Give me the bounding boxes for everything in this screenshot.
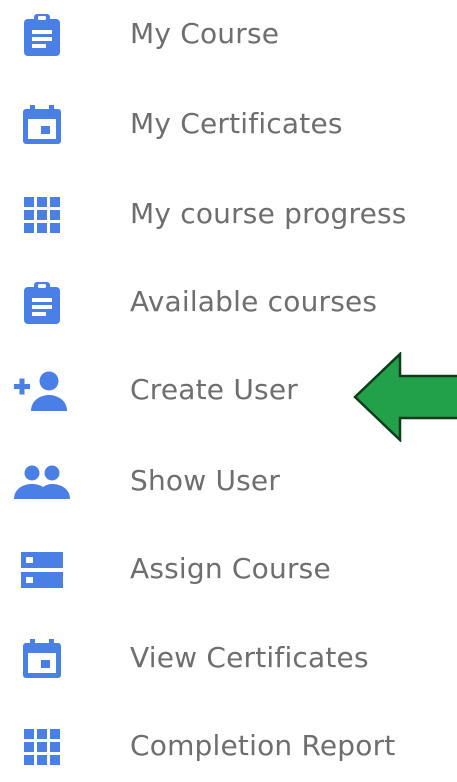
- menu-item-label: Available courses: [130, 285, 378, 319]
- menu-item-assign-course[interactable]: Assign Course: [0, 535, 457, 605]
- clipboard-icon: [14, 275, 70, 331]
- people-icon: [14, 454, 70, 510]
- menu-item-available-courses[interactable]: Available courses: [0, 268, 457, 338]
- calendar-icon: [14, 97, 70, 153]
- menu-item-my-certificates[interactable]: My Certificates: [0, 90, 457, 160]
- menu-item-label: My Course: [130, 17, 280, 51]
- menu-item-label: View Certificates: [130, 641, 369, 675]
- menu-item-show-user[interactable]: Show User: [0, 447, 457, 517]
- clipboard-icon: [14, 7, 70, 63]
- menu-item-my-course-progress[interactable]: My course progress: [0, 180, 457, 250]
- green-arrow-icon: [353, 352, 457, 442]
- person-add-icon: [14, 363, 70, 419]
- storage-icon: [14, 542, 70, 598]
- menu-item-label: My course progress: [130, 197, 407, 231]
- grid-icon: [14, 719, 70, 775]
- menu-item-completion-report[interactable]: Completion Report: [0, 712, 457, 782]
- grid-icon: [14, 187, 70, 243]
- calendar-icon: [14, 631, 70, 687]
- menu-item-view-certificates[interactable]: View Certificates: [0, 624, 457, 694]
- menu-item-my-course[interactable]: My Course: [0, 0, 457, 70]
- menu-item-label: Assign Course: [130, 552, 331, 586]
- menu-item-label: Completion Report: [130, 729, 396, 763]
- menu-item-label: Create User: [130, 373, 298, 407]
- menu-item-label: Show User: [130, 464, 281, 498]
- menu-item-label: My Certificates: [130, 107, 343, 141]
